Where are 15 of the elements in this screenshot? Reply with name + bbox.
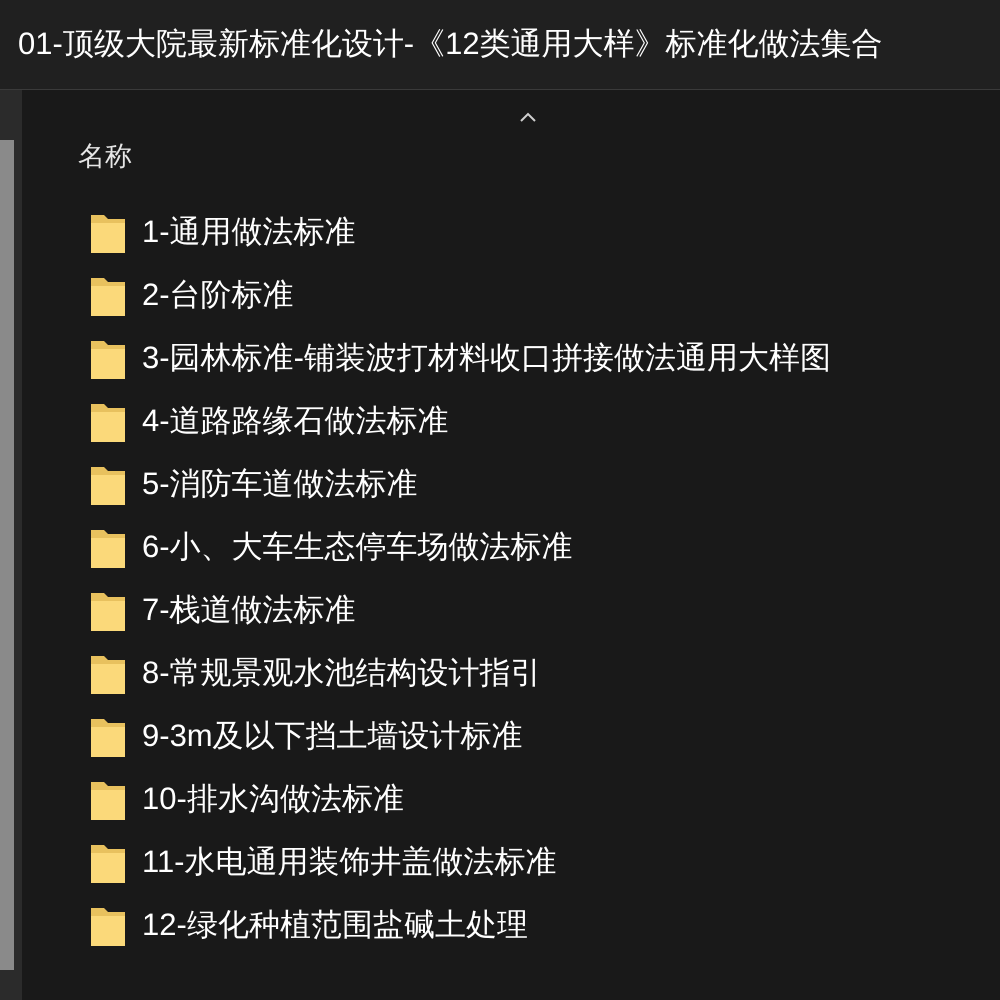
folder-name[interactable]: 12-绿化种植范围盐碱土处理 [142, 902, 528, 949]
folder-name[interactable]: 6-小、大车生态停车场做法标准 [142, 524, 573, 571]
folder-name[interactable]: 9-3m及以下挡土墙设计标准 [142, 713, 523, 760]
folder-name[interactable]: 8-常规景观水池结构设计指引 [142, 650, 542, 697]
name-column-header[interactable]: 名称 [78, 136, 278, 176]
folder-name[interactable]: 4-道路路缘石做法标准 [142, 398, 449, 445]
folder-name[interactable]: 1-通用做法标准 [142, 209, 356, 256]
folder-name[interactable]: 3-园林标准-铺装波打材料收口拼接做法通用大样图 [142, 335, 831, 382]
folder-name[interactable]: 2-台阶标准 [142, 272, 294, 319]
folder-name[interactable]: 5-消防车道做法标准 [142, 461, 418, 508]
folder-name[interactable]: 10-排水沟做法标准 [142, 776, 404, 823]
window-title: 01-顶级大院最新标准化设计-《12类通用大样》标准化做法集合 [18, 25, 883, 64]
folder-name[interactable]: 7-栈道做法标准 [142, 587, 356, 634]
folder-name[interactable]: 11-水电通用装饰井盖做法标准 [142, 839, 557, 886]
scrollbar-thumb[interactable] [0, 140, 14, 970]
